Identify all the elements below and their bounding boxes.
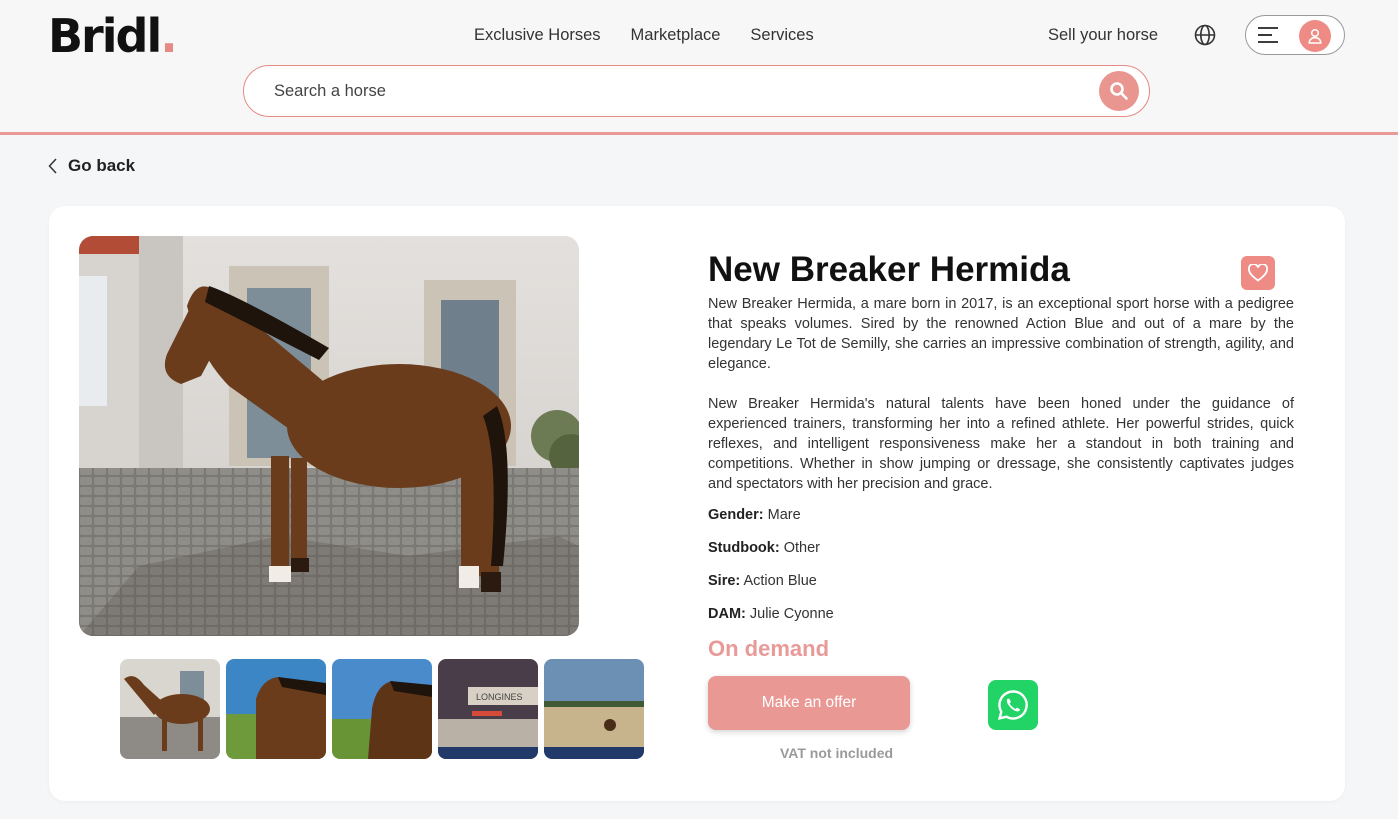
thumbnail-3[interactable]	[332, 659, 432, 759]
go-back-label: Go back	[68, 156, 136, 175]
sell-your-horse-link[interactable]: Sell your horse	[1048, 25, 1158, 45]
attr-studbook: Studbook: Other	[708, 540, 820, 556]
horse-attributes: Gender: Mare Studbook: Other Sire: Actio…	[708, 506, 834, 638]
nav-services[interactable]: Services	[750, 25, 813, 45]
search-button[interactable]	[1099, 71, 1139, 111]
user-icon	[1308, 28, 1322, 44]
chevron-left-icon	[48, 158, 57, 174]
thumbnail-1[interactable]	[120, 659, 220, 759]
bridl-logo[interactable]: Bridl.	[48, 10, 178, 62]
horse-detail-card: LONGINES New Breaker Hermida New Breaker…	[49, 206, 1345, 801]
hamburger-icon	[1258, 27, 1278, 43]
user-menu-button[interactable]	[1245, 15, 1345, 55]
favorite-button[interactable]	[1241, 256, 1275, 290]
make-offer-button[interactable]: Make an offer	[708, 676, 910, 730]
vat-note: VAT not included	[780, 745, 894, 761]
go-back-link[interactable]: Go back	[48, 156, 135, 176]
whatsapp-icon	[997, 690, 1028, 721]
nav-marketplace[interactable]: Marketplace	[631, 25, 721, 45]
globe-icon[interactable]	[1194, 24, 1216, 46]
attr-gender: Gender: Mare	[708, 507, 801, 523]
price-label: On demand	[708, 636, 830, 661]
thumbnail-2[interactable]	[226, 659, 326, 759]
site-header: Bridl. Exclusive Horses Marketplace Serv…	[0, 0, 1398, 135]
description-paragraph-2: New Breaker Hermida's natural talents ha…	[708, 396, 1294, 492]
main-nav: Exclusive Horses Marketplace Services	[474, 25, 814, 45]
main-horse-photo[interactable]	[79, 236, 579, 636]
nav-exclusive-horses[interactable]: Exclusive Horses	[474, 25, 601, 45]
description-paragraph-1: New Breaker Hermida, a mare born in 2017…	[708, 296, 1294, 372]
attr-sire: Sire: Action Blue	[708, 573, 817, 589]
attr-dam: DAM: Julie Cyonne	[708, 606, 834, 622]
thumbnail-5[interactable]	[544, 659, 644, 759]
search-bar	[243, 65, 1150, 117]
search-icon	[1110, 82, 1128, 100]
horse-name: New Breaker Hermida	[708, 250, 1070, 289]
whatsapp-button[interactable]	[988, 680, 1038, 730]
user-avatar	[1299, 20, 1331, 52]
heart-icon	[1248, 264, 1268, 282]
search-input[interactable]	[274, 80, 1074, 102]
horse-description: New Breaker Hermida, a mare born in 2017…	[708, 294, 1294, 494]
thumbnail-strip: LONGINES	[120, 659, 644, 759]
thumbnail-4[interactable]: LONGINES	[438, 659, 538, 759]
thumbnail-3-text: LONGINES	[476, 692, 523, 702]
